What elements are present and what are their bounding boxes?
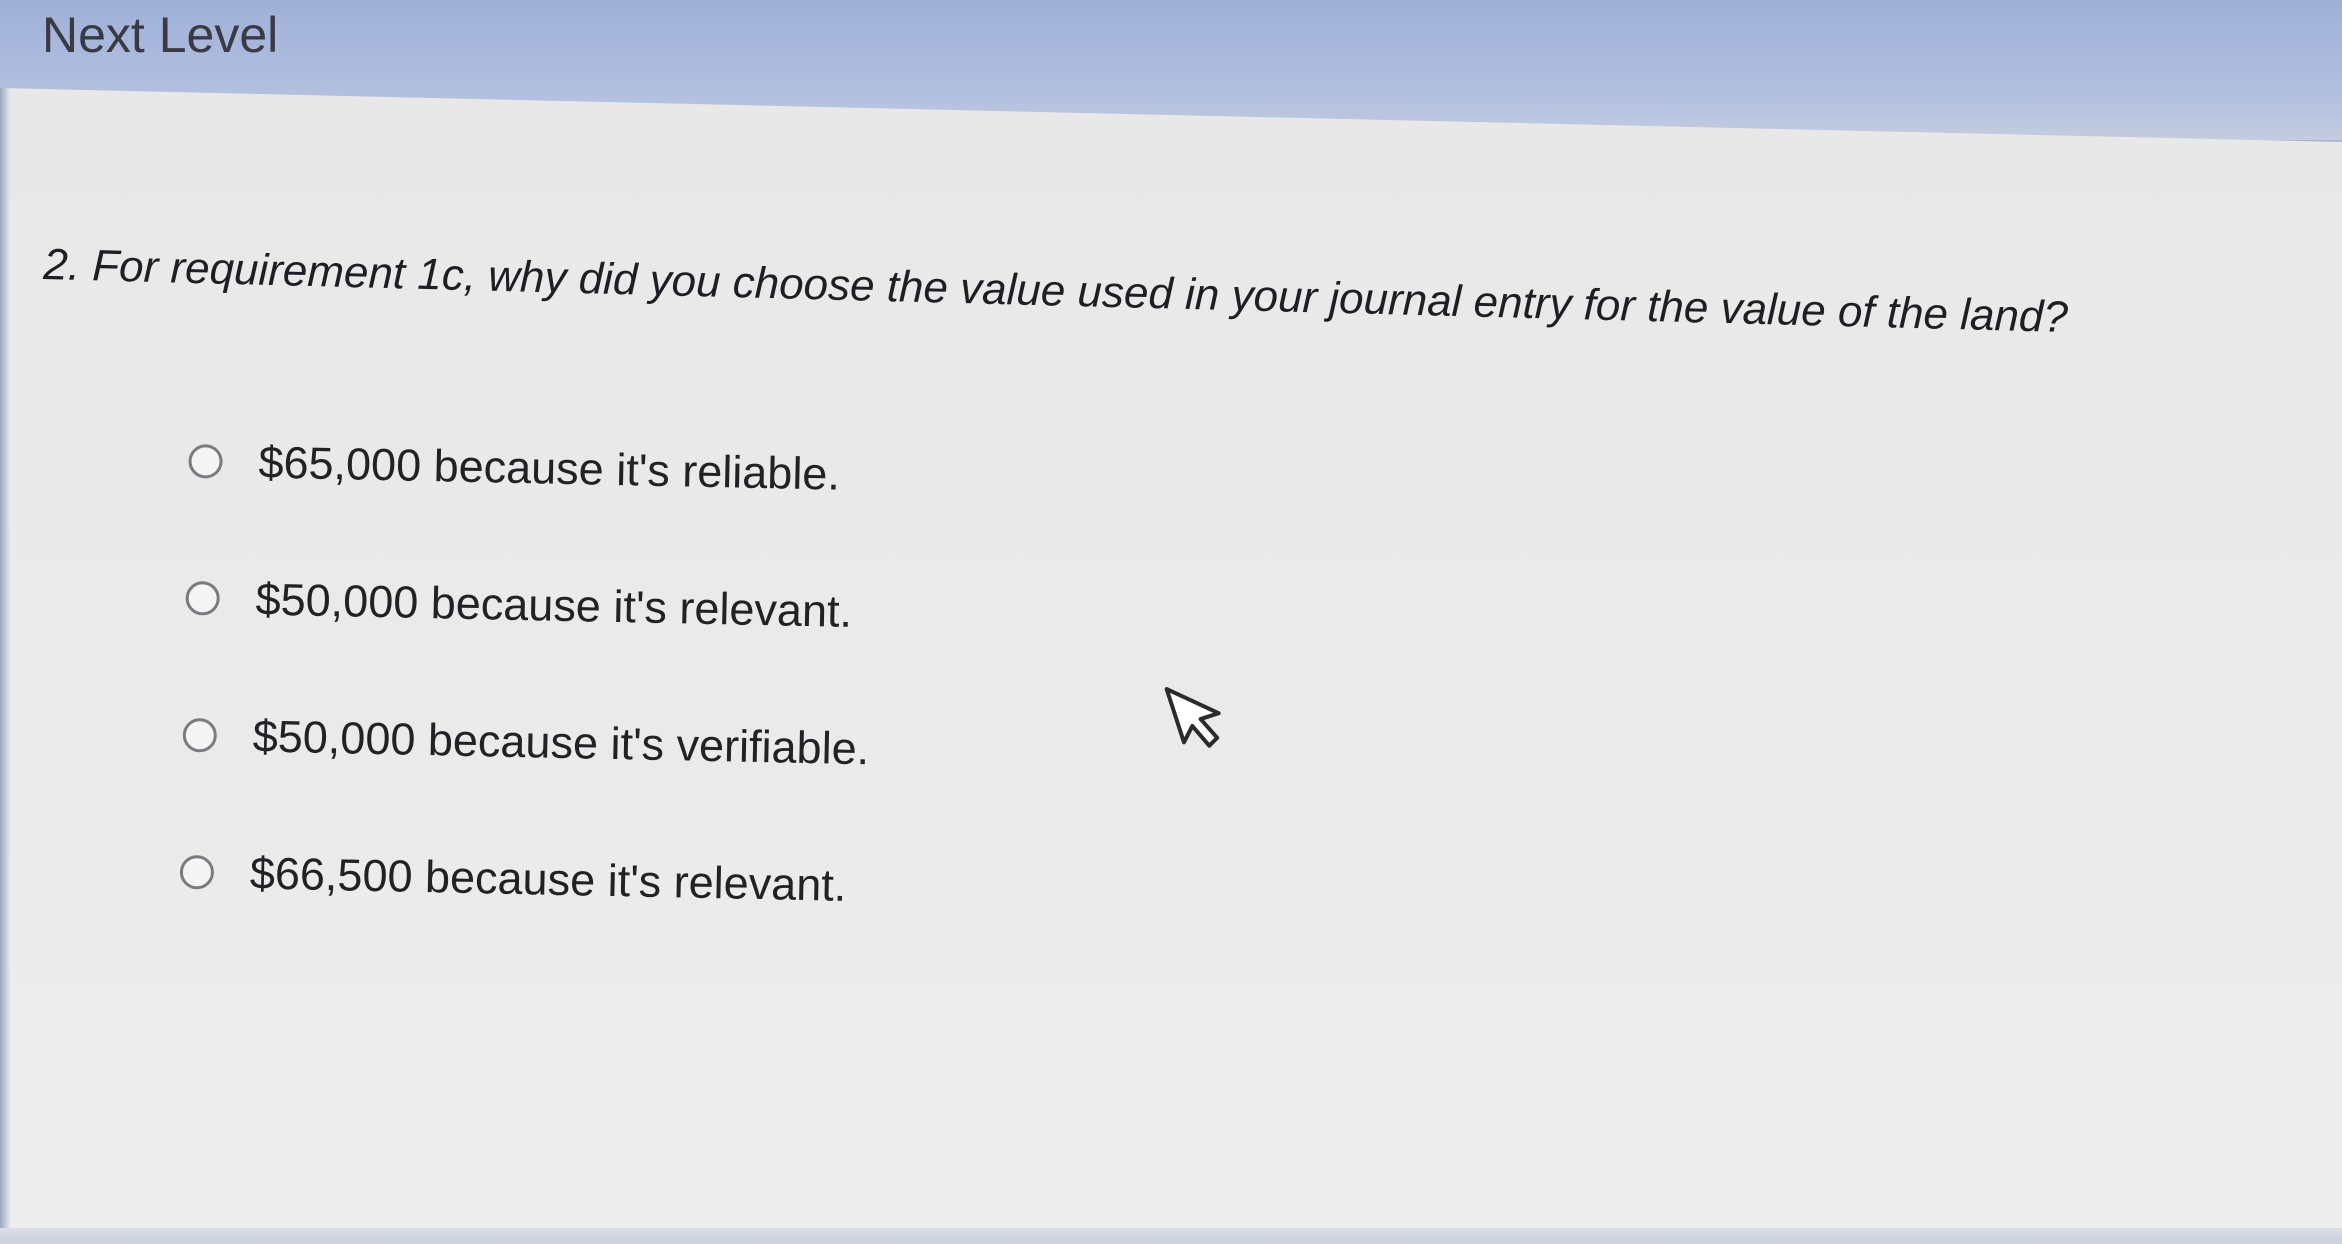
option-1[interactable]: $65,000 because it's reliable.	[187, 392, 876, 543]
radio-button-icon[interactable]	[182, 717, 218, 753]
window-bottom-edge	[0, 1228, 2342, 1244]
option-label[interactable]: $66,500 because it's relevant.	[249, 847, 846, 911]
option-2[interactable]: $50,000 because it's relevant.	[184, 529, 873, 680]
option-3[interactable]: $50,000 because it's verifiable.	[181, 666, 870, 817]
option-4[interactable]: $66,500 because it's relevant.	[179, 803, 868, 954]
radio-button-icon[interactable]	[179, 854, 215, 890]
screen: Next Level 2. For requirement 1c, why di…	[0, 0, 2342, 1244]
answer-options: $65,000 because it's reliable. $50,000 b…	[179, 392, 877, 954]
option-label[interactable]: $50,000 because it's relevant.	[255, 573, 852, 637]
radio-button-icon[interactable]	[188, 443, 223, 479]
option-label[interactable]: $50,000 because it's verifiable.	[252, 710, 869, 775]
question-text: 2. For requirement 1c, why did you choos…	[42, 240, 2069, 342]
question-content: 2. For requirement 1c, why did you choos…	[0, 0, 2342, 1244]
option-label[interactable]: $65,000 because it's reliable.	[258, 436, 840, 500]
radio-button-icon[interactable]	[185, 580, 221, 616]
